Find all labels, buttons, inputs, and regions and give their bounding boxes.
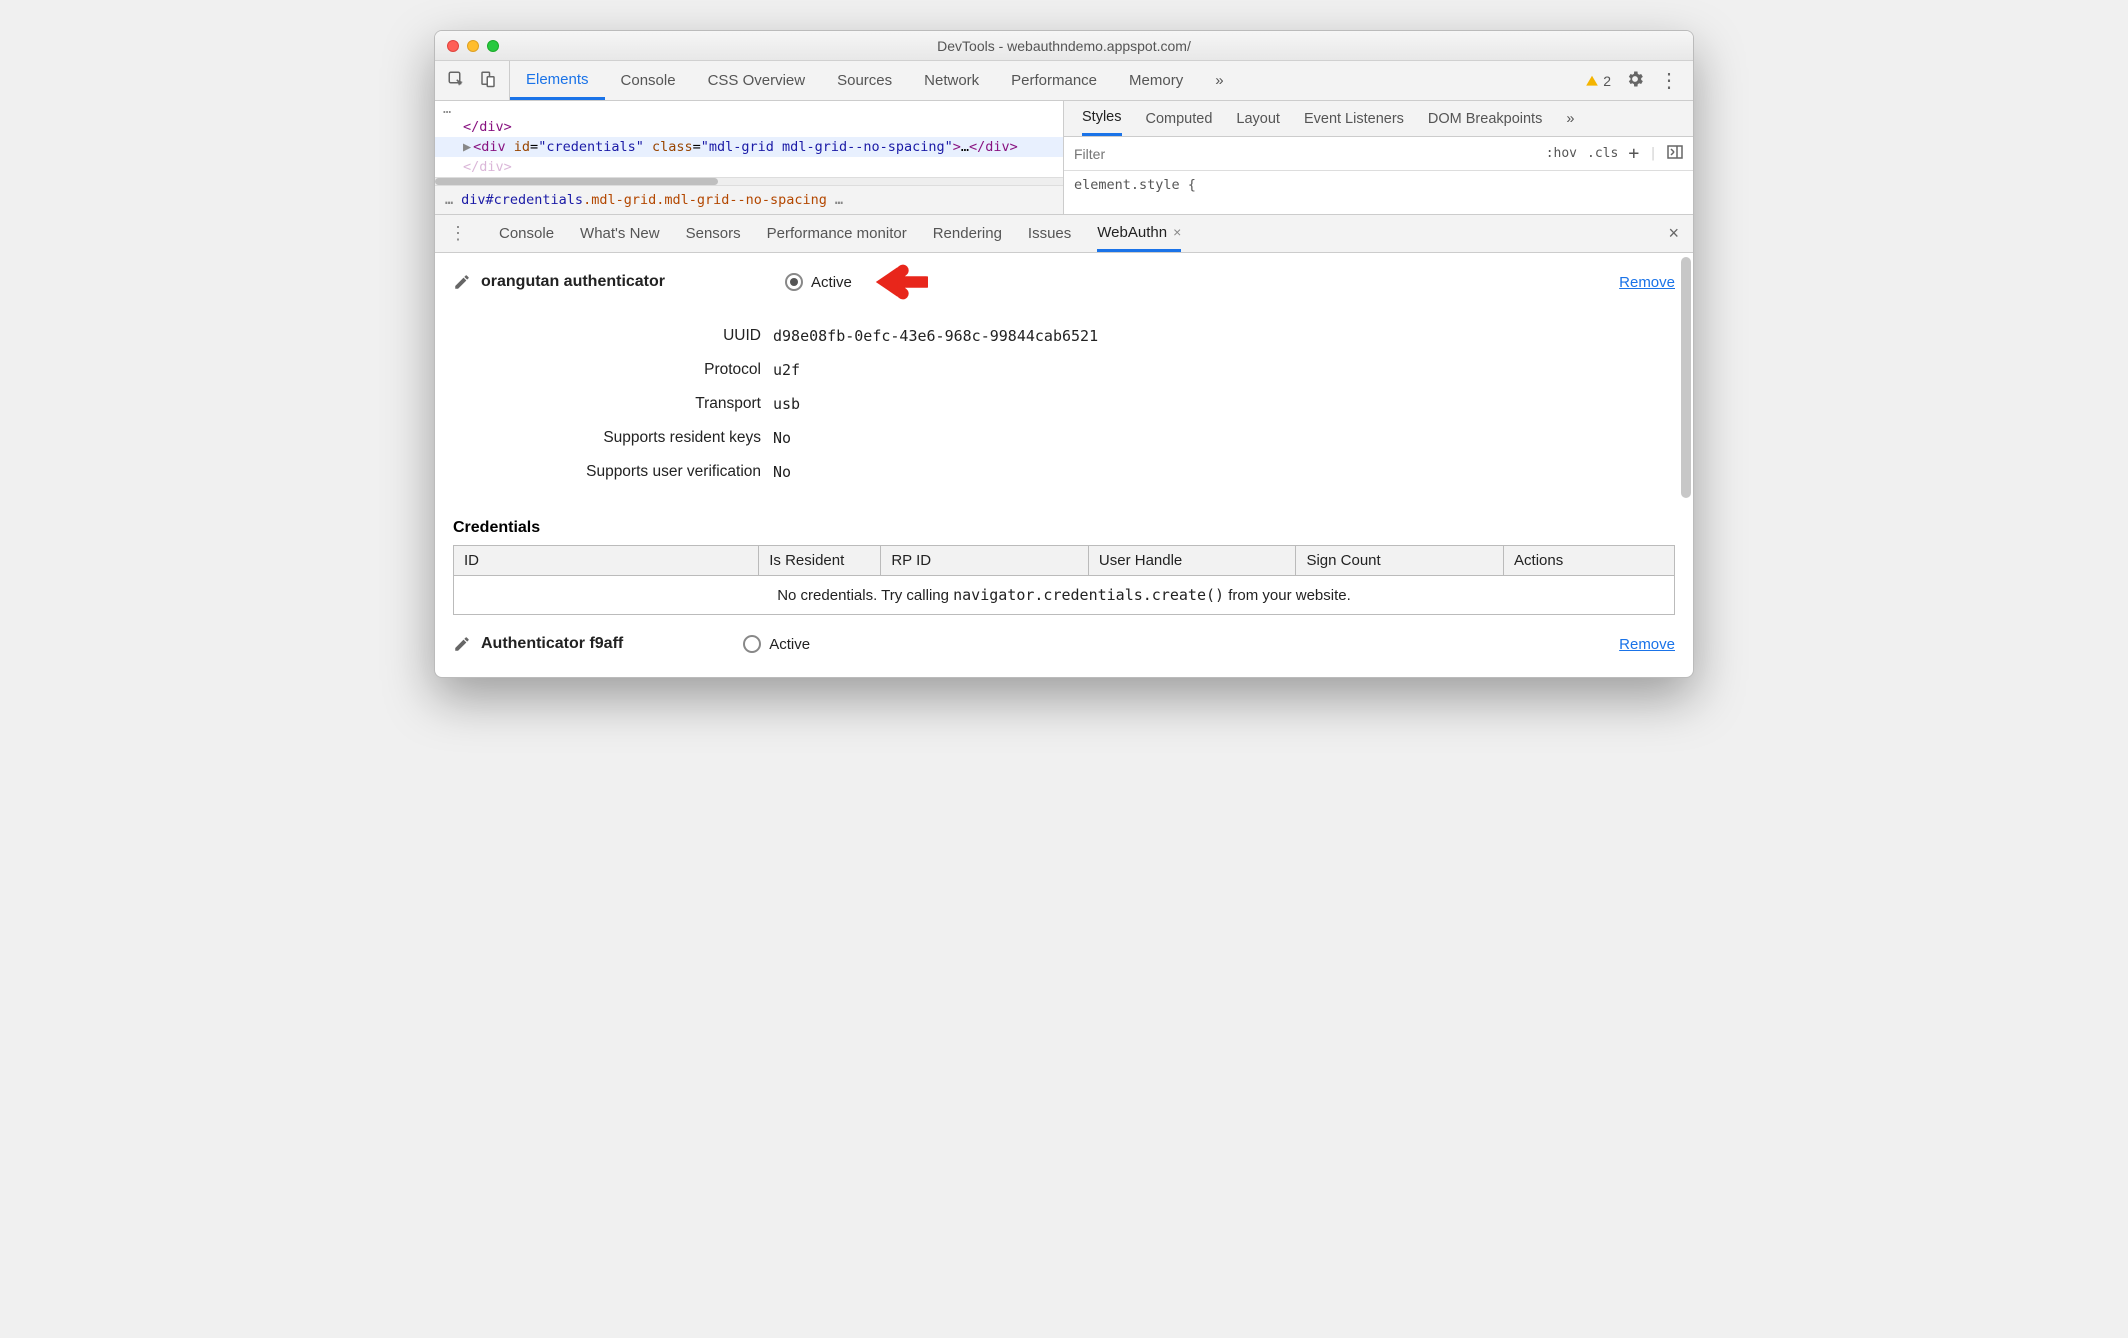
- close-tab-icon[interactable]: ×: [1173, 224, 1181, 240]
- authenticator-name: Authenticator f9aff: [481, 635, 623, 653]
- window-title: DevTools - webauthndemo.appspot.com/: [435, 38, 1693, 54]
- styles-tab-styles[interactable]: Styles: [1082, 101, 1122, 136]
- tab-elements[interactable]: Elements: [510, 61, 605, 100]
- radio-icon: [785, 273, 803, 291]
- user-verification-label: Supports user verification: [453, 463, 773, 481]
- element-style-rule[interactable]: element.style {: [1064, 171, 1693, 199]
- user-verification-value: No: [773, 463, 791, 481]
- tab-network[interactable]: Network: [908, 61, 995, 100]
- col-sign-count: Sign Count: [1296, 546, 1504, 576]
- remove-authenticator-link[interactable]: Remove: [1619, 274, 1675, 291]
- drawer-tab-webauthn[interactable]: WebAuthn×: [1097, 215, 1181, 252]
- drawer-tab-rendering[interactable]: Rendering: [933, 215, 1002, 252]
- active-radio[interactable]: Active: [785, 273, 852, 291]
- col-id: ID: [454, 546, 759, 576]
- devtools-window: DevTools - webauthndemo.appspot.com/ Ele…: [434, 30, 1694, 678]
- tab-console[interactable]: Console: [605, 61, 692, 100]
- col-is-resident: Is Resident: [759, 546, 881, 576]
- close-drawer-icon[interactable]: ×: [1668, 223, 1679, 244]
- credentials-heading: Credentials: [435, 507, 1693, 545]
- styles-tabs-overflow[interactable]: »: [1566, 101, 1574, 136]
- styles-tab-dom-breakpoints[interactable]: DOM Breakpoints: [1428, 101, 1542, 136]
- dom-horizontal-scrollbar[interactable]: [435, 177, 1063, 185]
- warnings-badge[interactable]: 2: [1585, 73, 1611, 89]
- inspect-element-icon[interactable]: [447, 70, 465, 92]
- dom-more-above: …: [435, 101, 1063, 117]
- dom-selected-node[interactable]: ▶<div id="credentials" class="mdl-grid m…: [435, 137, 1063, 157]
- drawer-tabs: ⋮ Console What's New Sensors Performance…: [435, 215, 1693, 253]
- radio-icon: [743, 635, 761, 653]
- dom-line[interactable]: </div>: [435, 117, 1063, 137]
- styles-tab-layout[interactable]: Layout: [1236, 101, 1280, 136]
- styles-tab-computed[interactable]: Computed: [1146, 101, 1213, 136]
- minimize-window-button[interactable]: [467, 40, 479, 52]
- drawer-tab-performance-monitor[interactable]: Performance monitor: [767, 215, 907, 252]
- protocol-label: Protocol: [453, 361, 773, 379]
- transport-label: Transport: [453, 395, 773, 413]
- tab-css-overview[interactable]: CSS Overview: [692, 61, 822, 100]
- dom-tree-pane[interactable]: … </div> ▶<div id="credentials" class="m…: [435, 101, 1064, 214]
- breadcrumb[interactable]: … div#credentials.mdl-grid.mdl-grid--no-…: [435, 185, 1063, 214]
- tabs-overflow[interactable]: »: [1199, 61, 1239, 100]
- drawer-tab-sensors[interactable]: Sensors: [686, 215, 741, 252]
- authenticator-1: orangutan authenticator Active Remove UU…: [435, 253, 1693, 507]
- hov-toggle[interactable]: :hov: [1546, 146, 1577, 161]
- drawer-menu-icon[interactable]: ⋮: [443, 223, 473, 244]
- col-actions: Actions: [1504, 546, 1675, 576]
- device-toggle-icon[interactable]: [479, 70, 497, 92]
- remove-authenticator-link[interactable]: Remove: [1619, 636, 1675, 653]
- webauthn-panel: orangutan authenticator Active Remove UU…: [435, 253, 1693, 677]
- edit-name-icon[interactable]: [453, 635, 471, 653]
- uuid-label: UUID: [453, 327, 773, 345]
- tab-memory[interactable]: Memory: [1113, 61, 1199, 100]
- titlebar: DevTools - webauthndemo.appspot.com/: [435, 31, 1693, 61]
- tab-sources[interactable]: Sources: [821, 61, 908, 100]
- active-radio[interactable]: Active: [743, 635, 810, 653]
- styles-filter-input[interactable]: [1064, 146, 1536, 162]
- close-window-button[interactable]: [447, 40, 459, 52]
- styles-pane: Styles Computed Layout Event Listeners D…: [1064, 101, 1693, 214]
- uuid-value: d98e08fb-0efc-43e6-968c-99844cab6521: [773, 327, 1098, 345]
- col-user-handle: User Handle: [1088, 546, 1296, 576]
- edit-name-icon[interactable]: [453, 273, 471, 291]
- no-credentials-row: No credentials. Try calling navigator.cr…: [454, 576, 1675, 615]
- authenticator-2: Authenticator f9aff Active Remove: [435, 615, 1693, 677]
- annotation-arrow-icon: [870, 261, 928, 303]
- vertical-scrollbar[interactable]: [1681, 257, 1691, 673]
- toggle-sidebar-icon[interactable]: [1667, 145, 1683, 163]
- window-traffic-lights: [447, 40, 499, 52]
- transport-value: usb: [773, 395, 800, 413]
- col-rp-id: RP ID: [881, 546, 1089, 576]
- drawer-tab-issues[interactable]: Issues: [1028, 215, 1071, 252]
- credentials-table: ID Is Resident RP ID User Handle Sign Co…: [453, 545, 1675, 615]
- warnings-count: 2: [1603, 73, 1611, 89]
- dom-line[interactable]: </div>: [435, 157, 1063, 177]
- resident-keys-label: Supports resident keys: [453, 429, 773, 447]
- kebab-icon[interactable]: ⋮: [1659, 68, 1679, 93]
- maximize-window-button[interactable]: [487, 40, 499, 52]
- tab-performance[interactable]: Performance: [995, 61, 1113, 100]
- protocol-value: u2f: [773, 361, 800, 379]
- cls-toggle[interactable]: .cls: [1587, 146, 1618, 161]
- drawer-tab-whats-new[interactable]: What's New: [580, 215, 660, 252]
- authenticator-name: orangutan authenticator: [481, 273, 665, 291]
- styles-tab-event-listeners[interactable]: Event Listeners: [1304, 101, 1404, 136]
- drawer-tab-console[interactable]: Console: [499, 215, 554, 252]
- new-style-rule-button[interactable]: +: [1628, 143, 1639, 164]
- main-toolbar: Elements Console CSS Overview Sources Ne…: [435, 61, 1693, 101]
- resident-keys-value: No: [773, 429, 791, 447]
- gear-icon[interactable]: [1625, 69, 1645, 93]
